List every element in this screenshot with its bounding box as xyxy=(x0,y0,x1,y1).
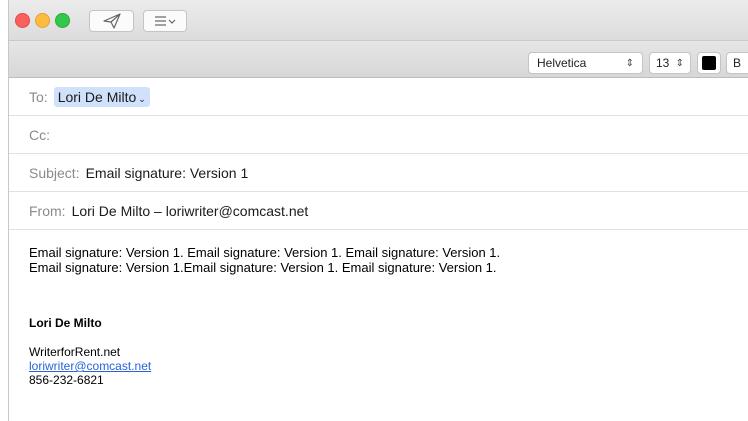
recipient-name: Lori De Milto xyxy=(57,88,137,105)
subject-label: Subject: xyxy=(29,164,80,181)
stepper-icon: ⇕ xyxy=(625,57,634,69)
paper-plane-icon xyxy=(102,13,121,29)
font-size-value: 13 xyxy=(656,56,670,70)
close-button[interactable] xyxy=(15,13,30,28)
font-family-value: Helvetica xyxy=(537,56,587,70)
signature-name: Lori De Milto xyxy=(29,316,102,330)
signature-block: WriterforRent.net loriwriter@comcast.net… xyxy=(29,345,151,387)
cc-field[interactable]: Cc: xyxy=(9,116,748,154)
to-label: To: xyxy=(29,88,48,105)
signature-company: WriterforRent.net xyxy=(29,345,121,359)
stepper-icon: ⇕ xyxy=(675,57,684,69)
bold-button[interactable]: B xyxy=(726,52,748,74)
signature-phone: 856-232-6821 xyxy=(29,373,104,387)
bold-label: B xyxy=(733,56,742,70)
color-swatch xyxy=(702,56,716,70)
chevron-down-icon: ⌄ xyxy=(138,93,146,104)
from-label: From: xyxy=(29,202,66,219)
to-field[interactable]: To: Lori De Milto ⌄ xyxy=(9,78,748,116)
list-dropdown-icon xyxy=(155,16,176,26)
header-fields-button[interactable] xyxy=(143,10,187,32)
font-family-select[interactable]: Helvetica ⇕ xyxy=(528,52,643,74)
message-body[interactable]: Email signature: Version 1. Email signat… xyxy=(29,245,500,275)
title-bar xyxy=(9,0,748,41)
send-button[interactable] xyxy=(89,10,134,32)
recipient-chip[interactable]: Lori De Milto ⌄ xyxy=(53,86,150,107)
cc-label: Cc: xyxy=(29,126,50,143)
subject-field[interactable]: Subject: Email signature: Version 1 xyxy=(9,154,748,192)
zoom-button[interactable] xyxy=(55,13,70,28)
from-field[interactable]: From: Lori De Milto – loriwriter@comcast… xyxy=(9,192,748,230)
body-line: Email signature: Version 1. Email signat… xyxy=(29,245,501,260)
text-color-button[interactable] xyxy=(697,52,721,74)
signature-email-link[interactable]: loriwriter@comcast.net xyxy=(29,359,151,373)
body-line: Email signature: Version 1.Email signatu… xyxy=(29,260,497,275)
minimize-button[interactable] xyxy=(35,13,50,28)
subject-value: Email signature: Version 1 xyxy=(85,164,249,181)
from-value: Lori De Milto – loriwriter@comcast.net xyxy=(71,202,309,219)
font-size-select[interactable]: 13 ⇕ xyxy=(649,52,691,74)
